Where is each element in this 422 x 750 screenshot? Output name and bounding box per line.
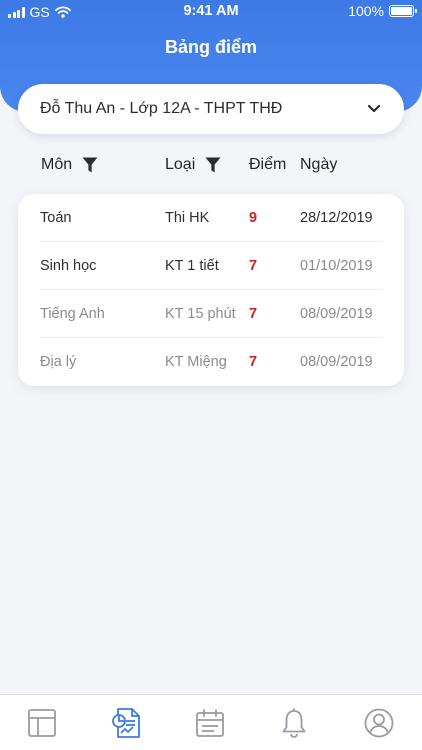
subject-cell: Sinh học xyxy=(40,258,97,274)
bell-icon[interactable] xyxy=(278,707,310,739)
calendar-icon[interactable] xyxy=(194,707,226,739)
report-chart-icon[interactable] xyxy=(110,707,142,739)
date-cell: 01/10/2019 xyxy=(300,258,373,274)
date-cell: 28/12/2019 xyxy=(300,210,373,226)
tab-bar xyxy=(0,694,422,750)
type-cell: KT 1 tiết xyxy=(165,258,219,274)
battery-icon xyxy=(389,5,417,17)
student-selector-label: Đỗ Thu An - Lớp 12A - THPT THĐ xyxy=(40,100,283,117)
page-title: Bảng điểm xyxy=(164,37,257,57)
score-cell: 7 xyxy=(249,258,258,274)
score-column-header: Điểm xyxy=(249,156,286,174)
type-cell: KT 15 phút xyxy=(165,306,236,322)
table-row[interactable]: Tiếng Anh KT 15 phút 7 08/09/2019 xyxy=(18,290,404,338)
subject-column-label: Môn xyxy=(41,156,73,173)
dashboard-icon[interactable] xyxy=(26,707,58,739)
battery-percent: 100% xyxy=(348,3,384,19)
date-column-label: Ngày xyxy=(300,156,338,173)
score-cell: 7 xyxy=(249,354,258,370)
score-cell: 9 xyxy=(249,210,258,226)
filter-icon[interactable] xyxy=(205,157,221,173)
profile-icon[interactable] xyxy=(363,707,395,739)
score-cell: 7 xyxy=(249,306,258,322)
type-cell: Thi HK xyxy=(165,210,210,226)
status-bar: GS 9:41 AM 100% xyxy=(0,0,422,24)
table-row[interactable]: Sinh học KT 1 tiết 7 01/10/2019 xyxy=(18,242,404,290)
type-cell: KT Miệng xyxy=(165,354,227,370)
filter-icon[interactable] xyxy=(82,157,98,173)
subject-cell: Tiếng Anh xyxy=(40,306,105,322)
grades-table: Toán Thi HK 9 28/12/2019 Sinh học KT 1 t… xyxy=(18,194,404,386)
type-column-header[interactable]: Loại xyxy=(165,156,221,174)
chevron-down-icon xyxy=(367,104,381,113)
score-column-label: Điểm xyxy=(249,156,287,173)
table-row[interactable]: Địa lý KT Miệng 7 08/09/2019 xyxy=(18,338,404,386)
table-row[interactable]: Toán Thi HK 9 28/12/2019 xyxy=(18,194,404,242)
subject-column-header[interactable]: Môn xyxy=(41,156,98,174)
date-cell: 08/09/2019 xyxy=(300,306,373,322)
subject-cell: Toán xyxy=(40,210,72,226)
subject-cell: Địa lý xyxy=(40,354,77,370)
date-cell: 08/09/2019 xyxy=(300,354,373,370)
date-column-header: Ngày xyxy=(300,156,337,174)
type-column-label: Loại xyxy=(165,156,196,173)
student-selector[interactable]: Đỗ Thu An - Lớp 12A - THPT THĐ xyxy=(18,84,404,134)
